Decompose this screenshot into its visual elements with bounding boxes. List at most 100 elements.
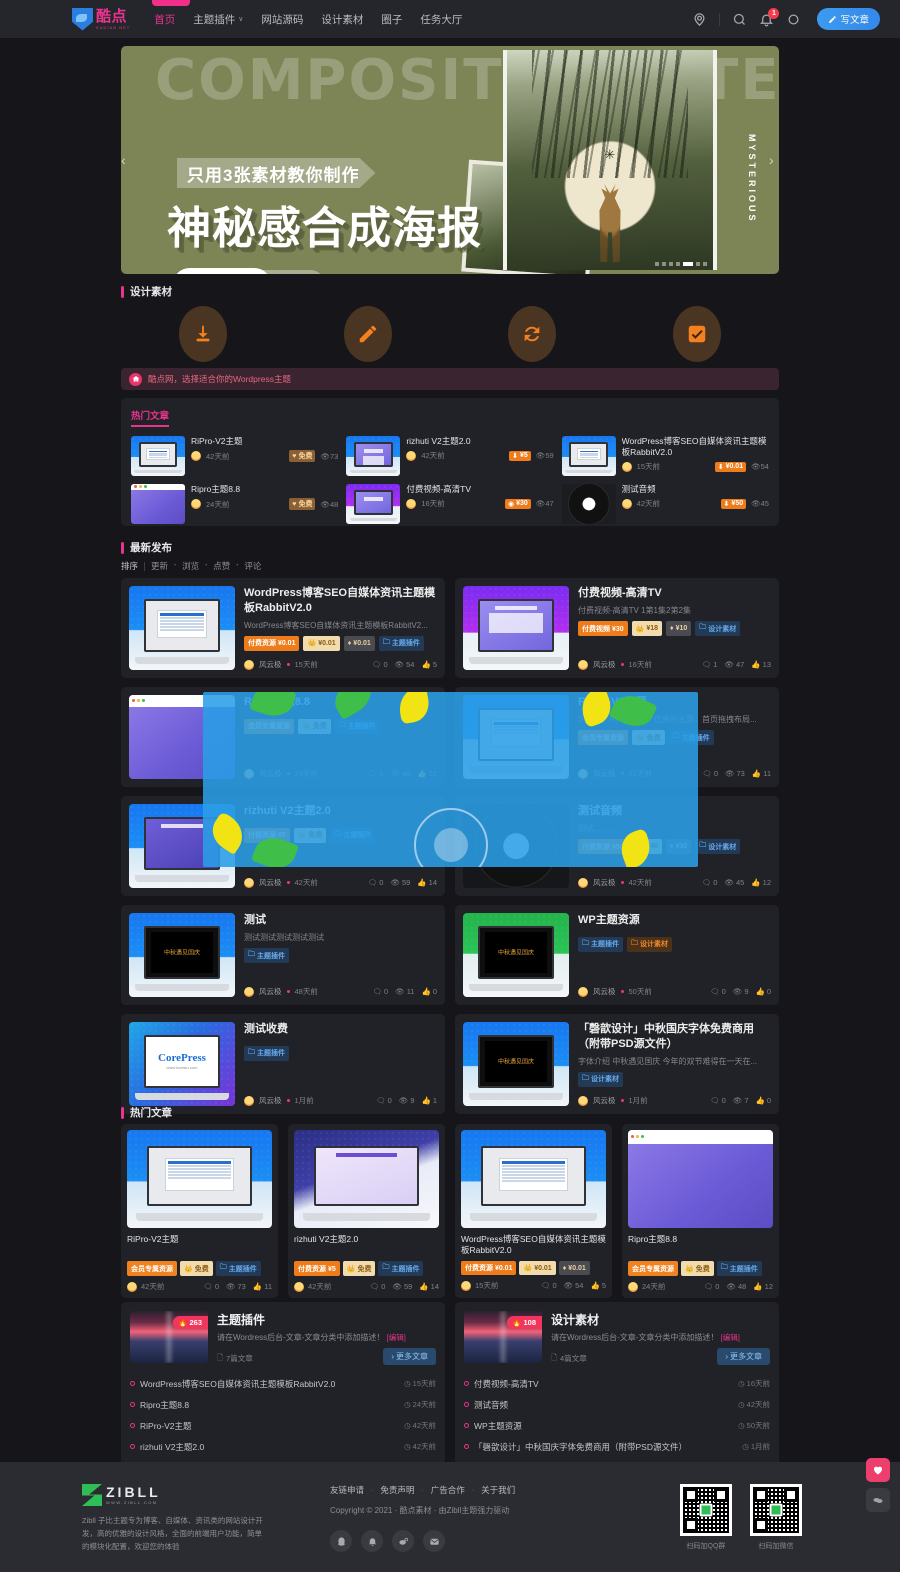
tag-vip[interactable]: 会员专属资源: [244, 718, 294, 734]
banner-dot[interactable]: [662, 262, 666, 266]
tag-svip-price[interactable]: ♦ ¥0.01: [558, 1261, 590, 1275]
search-icon[interactable]: [732, 12, 747, 27]
post-card[interactable]: 中秋遇见国庆 WP主题资源 🗀 主题插件 🗀 设计素材 风云极 50天前 🗨 0 👁 9: [455, 905, 779, 1005]
list-item[interactable]: Ripro主题8.8 ◷ 24天前: [130, 1394, 436, 1415]
tag-free[interactable]: 👑 免费: [180, 1261, 213, 1276]
list-item[interactable]: rizhuti V2主题2.0 42天前 ⬇ ¥5 👁59: [346, 436, 554, 480]
nav-item-themes[interactable]: 主题插件 ∨: [193, 12, 243, 27]
checkbox-icon[interactable]: [672, 306, 721, 362]
sort-option-likes[interactable]: 点赞: [213, 560, 230, 572]
list-item[interactable]: RiPro-V2主题 42天前 ♥ 免费 👁73: [131, 436, 338, 480]
footer-link-disclaimer[interactable]: 免责声明: [380, 1484, 414, 1496]
list-item[interactable]: WP主题资源 ◷ 50天前: [464, 1415, 770, 1436]
footer-link-ads[interactable]: 广告合作: [431, 1484, 465, 1496]
download-icon[interactable]: [179, 306, 228, 362]
banner-dot[interactable]: [703, 262, 707, 266]
tag-category[interactable]: 🗀 主题插件: [244, 1045, 289, 1061]
tag-category[interactable]: 🗀 设计素材: [695, 839, 741, 855]
tag-price[interactable]: 付费资源 ¥5: [294, 1261, 340, 1276]
banner-pagination[interactable]: [655, 262, 707, 266]
tag-svip-price[interactable]: ♦ ¥10: [666, 621, 692, 637]
nav-item-source[interactable]: 网站源码: [261, 12, 303, 27]
grid-card[interactable]: WordPress博客SEO自媒体资讯主题模板RabbitV2.0 付费资源 ¥…: [455, 1124, 612, 1298]
grid-card[interactable]: RiPro-V2主题 会员专属资源 👑 免费 🗀 主题插件 42天前 🗨 0 👁 73 …: [121, 1124, 278, 1298]
post-card[interactable]: 中秋遇见国庆 「磬歆设计」中秋国庆字体免费商用（附带PSD源文件） 字体介绍 中…: [455, 1014, 779, 1114]
tag-category[interactable]: 🗀 主题插件: [334, 718, 380, 734]
banner-dot[interactable]: [676, 262, 680, 266]
banner-dot[interactable]: [696, 262, 700, 266]
tag-category[interactable]: 🗀 主题插件: [668, 730, 714, 746]
post-card[interactable]: 中秋遇见国庆 测试 测试测试测试测试测试 🗀 主题插件 风云极 48天前 🗨 0 👁…: [121, 905, 445, 1005]
grid-card[interactable]: rizhuti V2主题2.0 付费资源 ¥5 👑 免费 🗀 主题插件 42天前 🗨…: [288, 1124, 445, 1298]
refresh-icon[interactable]: [508, 306, 557, 362]
tag-category-secondary[interactable]: 🗀 设计素材: [627, 936, 672, 952]
list-item[interactable]: WordPress博客SEO自媒体资讯主题模板RabbitV2.0 15天前 ⬇…: [561, 436, 769, 480]
nav-item-home[interactable]: 首页: [154, 12, 175, 27]
tag-vip-price[interactable]: 👑 ¥40: [631, 839, 663, 855]
tag-category[interactable]: 🗀 主题插件: [330, 827, 376, 843]
edit-link[interactable]: [编辑]: [721, 1333, 740, 1342]
banner-cta-button[interactable]: 点击查看 ›: [173, 268, 272, 274]
tag-category[interactable]: 🗀 主题插件: [716, 1261, 762, 1276]
tag-category[interactable]: 🗀 设计素材: [578, 1071, 623, 1087]
edit-link[interactable]: [编辑]: [387, 1333, 406, 1342]
heart-icon[interactable]: [866, 1458, 890, 1482]
notice-bar[interactable]: 酷点网，选择适合你的Wordpress主题: [121, 368, 779, 390]
nav-item-design[interactable]: 设计素材: [321, 12, 363, 27]
tag-category[interactable]: 🗀 主题插件: [244, 948, 289, 964]
list-item[interactable]: 测试音频 42天前 ⬇ ¥50 👁45: [561, 484, 769, 528]
tag-svip-price[interactable]: ♦ ¥30: [666, 839, 692, 855]
tag-free[interactable]: 👑 免费: [632, 730, 665, 746]
banner-dot[interactable]: [655, 262, 659, 266]
banner-dot-active[interactable]: [683, 262, 693, 266]
tab-hot-articles[interactable]: 热门文章: [131, 408, 170, 427]
sort-option-update[interactable]: 更新: [151, 560, 168, 572]
nav-item-circle[interactable]: 圈子: [381, 12, 402, 27]
sort-option-comments[interactable]: 评论: [244, 560, 261, 572]
tag-vip[interactable]: 会员专属资源: [628, 1261, 678, 1276]
post-card[interactable]: 测试音频 测试.......... 付费资源 ¥50 👑 ¥40 ♦ ¥30 🗀 设计…: [455, 796, 779, 896]
tag-category[interactable]: 🗀 主题插件: [215, 1261, 261, 1276]
tag-price[interactable]: 付费视频 ¥30: [578, 621, 628, 637]
nav-item-tasks[interactable]: 任务大厅: [420, 12, 462, 27]
post-card[interactable]: 付费视频-高清TV 付费视频-高清TV 1第1集2第2集 付费视频 ¥30 👑 ¥…: [455, 578, 779, 678]
pin-icon[interactable]: [692, 12, 707, 27]
list-item[interactable]: rizhuti V2主题2.0 ◷ 42天前: [130, 1436, 436, 1457]
hero-banner[interactable]: COMPOSITE POSTER ✳ MYSTERIOUS 只用3张素材教你制作…: [121, 46, 779, 274]
bell-icon[interactable]: 1: [759, 7, 780, 27]
sort-option-views[interactable]: 浏览: [182, 560, 199, 572]
list-item[interactable]: WordPress博客SEO自媒体资讯主题模板RabbitV2.0 ◷ 15天前: [130, 1373, 436, 1394]
list-item[interactable]: 测试音频 ◷ 42天前: [464, 1394, 770, 1415]
bell-icon[interactable]: [361, 1530, 383, 1552]
tag-price[interactable]: 付费资源 ¥0.01: [244, 635, 300, 651]
list-item[interactable]: 付费视频-高清TV 16天前 ◉ ¥30 👁47: [346, 484, 554, 528]
footer-link-friend[interactable]: 友链申请: [330, 1484, 364, 1496]
category-name[interactable]: 主题插件: [217, 1311, 436, 1328]
list-item[interactable]: 「磬歆设计」中秋国庆字体免费商用（附带PSD源文件） ◷ 1月前: [464, 1436, 770, 1457]
more-articles-button[interactable]: › 更多文章: [717, 1348, 770, 1365]
post-card[interactable]: Ripro主题8.8 会员专属资源 👑 免费 🗀 主题插件 风云极 24天前 🗨 0 …: [121, 687, 445, 787]
more-articles-button[interactable]: › 更多文章: [383, 1348, 436, 1365]
weibo-icon[interactable]: [392, 1530, 414, 1552]
tag-price[interactable]: 付费资源 ¥50: [578, 839, 628, 855]
pencil-icon[interactable]: [343, 306, 392, 362]
tag-vip-price[interactable]: 👑 ¥18: [631, 621, 663, 637]
post-card[interactable]: CorePress www.lovestu.com 测试收费 🗀 主题插件 风云极 …: [121, 1014, 445, 1114]
tag-category[interactable]: 🗀 主题插件: [378, 1261, 424, 1276]
qq-icon[interactable]: [330, 1530, 352, 1552]
tag-free[interactable]: 👑 免费: [342, 1261, 376, 1276]
tag-vip-price[interactable]: 👑 ¥0.01: [519, 1261, 556, 1275]
tag-free[interactable]: 👑 免费: [681, 1261, 714, 1276]
post-card[interactable]: rizhuti V2主题2.0 付费资源 ¥5 👑 免费 🗀 主题插件 风云极 42…: [121, 796, 445, 896]
footer-logo[interactable]: ZIBLL WWW.ZIBLL.COM: [82, 1484, 268, 1506]
tag-free[interactable]: 👑 免费: [298, 718, 331, 734]
list-item[interactable]: 付费视频-高清TV ◷ 16天前: [464, 1373, 770, 1394]
tag-vip[interactable]: 会员专属资源: [127, 1261, 177, 1276]
mail-icon[interactable]: [423, 1530, 445, 1552]
write-article-button[interactable]: 写文章: [817, 8, 880, 30]
coins-icon[interactable]: [866, 1488, 890, 1512]
post-card[interactable]: WordPress博客SEO自媒体资讯主题模板RabbitV2.0 WordPr…: [121, 578, 445, 678]
post-card[interactable]: RiPro-V2主题 内测版，RiPro是一个优秀的主题，首页拖拽布局... 会…: [455, 687, 779, 787]
tag-price[interactable]: 付费资源 ¥5: [244, 827, 290, 843]
tag-category[interactable]: 🗀 设计素材: [695, 621, 741, 637]
